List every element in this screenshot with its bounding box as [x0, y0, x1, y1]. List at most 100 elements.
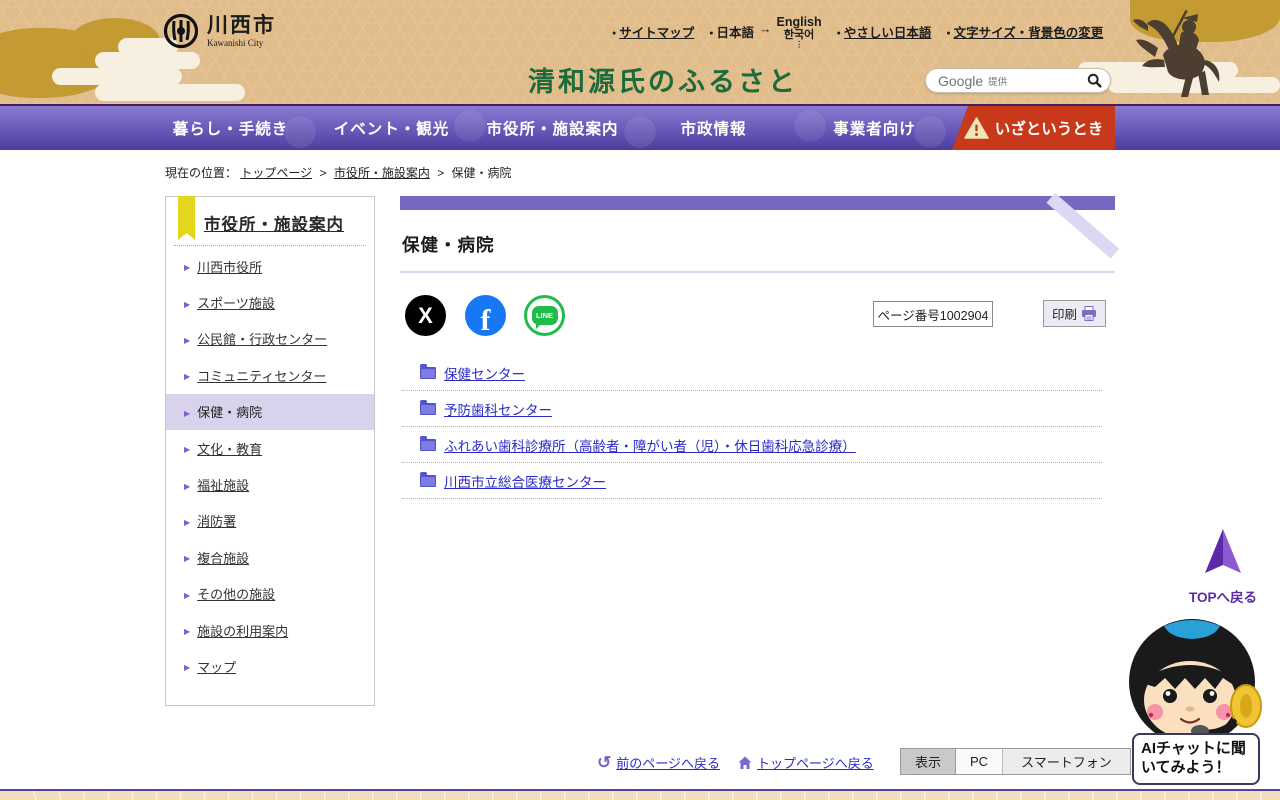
sidebar-item-facility-guide[interactable]: 施設の利用案内: [166, 612, 374, 648]
page: 川西市 Kawanishi City サイトマップ 日本語 → English …: [0, 0, 1280, 800]
city-logo[interactable]: 川西市 Kawanishi City: [163, 13, 276, 49]
link-medical-center[interactable]: 川西市立総合医療センター: [444, 471, 606, 491]
sitemap-link[interactable]: サイトマップ: [619, 26, 694, 40]
arrow-right-icon: [184, 403, 197, 421]
sidebar-divider: [174, 245, 366, 246]
main-content: 保健・病院 X f LINE ページ番号1002904 印刷 保健センター 予防…: [400, 193, 1120, 499]
arrow-right-icon: [184, 512, 197, 530]
text-settings-wrap: 文字サイズ・背景色の変更: [946, 22, 1104, 41]
sidebar-item-sports[interactable]: スポーツ施設: [166, 284, 374, 320]
view-switcher: 表示 PC スマートフォン: [900, 748, 1131, 775]
mascot-character-icon: [1129, 619, 1262, 745]
sidebar-item-complex[interactable]: 複合施設: [166, 539, 374, 575]
title-divider: [400, 271, 1115, 273]
link-preventive-dental[interactable]: 予防歯科センター: [444, 399, 552, 419]
nav-item-business[interactable]: 事業者向け: [794, 106, 955, 150]
folder-icon: [420, 399, 436, 415]
lang-more-icon: ⋮: [795, 40, 804, 50]
utility-links: サイトマップ 日本語 → English 한국어 ⋮ やさしい日本語 文字サイズ…: [612, 15, 1104, 49]
breadcrumb-home-link[interactable]: トップページ: [240, 166, 312, 180]
warning-icon: [963, 117, 989, 139]
link-fureai-dental[interactable]: ふれあい歯科診療所（高齢者・障がい者（児）・休日歯科応急診療）: [444, 435, 856, 455]
ai-chat-bubble[interactable]: AIチャットに聞いてみよう！: [1132, 733, 1260, 785]
bookmark-ribbon-icon: [178, 196, 195, 240]
lang-current: 日本語: [709, 22, 754, 41]
site-header: 川西市 Kawanishi City サイトマップ 日本語 → English …: [0, 0, 1280, 104]
lang-arrow-icon: →: [759, 22, 772, 36]
breadcrumb-separator: >: [319, 166, 327, 180]
nav-item-living[interactable]: 暮らし・手続き: [150, 106, 311, 150]
logo-subtitle: Kawanishi City: [207, 37, 264, 48]
ai-chat-widget[interactable]: AIチャットに聞いてみよう！: [1118, 614, 1272, 792]
folder-icon: [420, 471, 436, 487]
arrow-right-icon: [184, 366, 197, 384]
text-settings-link[interactable]: 文字サイズ・背景色の変更: [954, 26, 1104, 40]
home-icon: [738, 756, 752, 769]
print-button[interactable]: 印刷: [1043, 300, 1106, 327]
share-toolbar: X f LINE ページ番号1002904 印刷: [400, 295, 1115, 337]
logo-title: 川西市: [207, 13, 276, 37]
pyramid-up-icon: [1205, 529, 1241, 573]
city-emblem-icon: [163, 13, 199, 49]
language-switcher: 日本語 → English 한국어 ⋮: [709, 15, 821, 49]
search-provided-label: 提供: [988, 76, 1008, 88]
sidebar-item-fire-station[interactable]: 消防署: [166, 503, 374, 539]
breadcrumb-label: 現在の位置：: [165, 166, 238, 180]
breadcrumb-current: 保健・病院: [451, 166, 512, 180]
lang-options[interactable]: English 한국어 ⋮: [777, 15, 822, 50]
sidebar-item-community-hall[interactable]: 公民館・行政センター: [166, 321, 374, 357]
view-pc-button[interactable]: PC: [956, 749, 1004, 774]
sidebar-item-culture-education[interactable]: 文化・教育: [166, 430, 374, 466]
easy-japanese-link[interactable]: やさしい日本語: [844, 26, 932, 40]
content-link-list: 保健センター 予防歯科センター ふれあい歯科診療所（高齢者・障がい者（児）・休日…: [402, 355, 1102, 499]
arrow-right-icon: [184, 657, 197, 675]
site-slogan: 清和源氏のふるさと: [528, 67, 798, 98]
folder-icon: [420, 363, 436, 379]
x-share-icon[interactable]: X: [405, 295, 446, 336]
nav-item-cityhall[interactable]: 市役所・施設案内: [472, 106, 633, 150]
arrow-right-icon: [184, 294, 197, 312]
cloud-decoration: [95, 52, 200, 69]
nav-item-events[interactable]: イベント・観光: [311, 106, 472, 150]
list-item: 川西市立総合医療センター: [402, 463, 1102, 499]
facebook-share-icon[interactable]: f: [465, 295, 506, 336]
breadcrumb-separator: >: [437, 166, 445, 180]
back-to-top-label: TOPへ戻る: [1188, 590, 1257, 605]
search-button[interactable]: [1084, 71, 1104, 91]
breadcrumb-section-link[interactable]: 市役所・施設案内: [334, 166, 430, 180]
previous-page-link[interactable]: 前のページへ戻る: [616, 753, 720, 772]
arrow-right-icon: [184, 257, 197, 275]
top-page-link[interactable]: トップページへ戻る: [757, 753, 874, 772]
view-smartphone-button[interactable]: スマートフォン: [1003, 749, 1130, 774]
folder-icon: [420, 435, 436, 451]
list-item: ふれあい歯科診療所（高齢者・障がい者（児）・休日歯科応急診療）: [402, 427, 1102, 463]
back-arrow-icon: ↺: [597, 753, 612, 772]
arrow-right-icon: [184, 330, 197, 348]
easy-japanese-wrap: やさしい日本語: [837, 22, 932, 41]
link-health-center[interactable]: 保健センター: [444, 363, 525, 383]
view-label: 表示: [901, 749, 957, 774]
nav-emergency-label: いざというとき: [994, 121, 1104, 138]
cloud-decoration: [95, 84, 245, 101]
sidebar-item-community-center[interactable]: コミュニティセンター: [166, 357, 374, 393]
arrow-right-icon: [184, 439, 197, 457]
sidebar-menu: 市役所・施設案内 川西市役所 スポーツ施設 公民館・行政センター コミュニティセ…: [165, 196, 375, 706]
arrow-right-icon: [184, 585, 197, 603]
sidebar-item-other[interactable]: その他の施設: [166, 576, 374, 612]
back-to-top-button[interactable]: TOPへ戻る: [1180, 527, 1266, 606]
sidebar-item-city-hall[interactable]: 川西市役所: [166, 248, 374, 284]
nav-item-cityinfo[interactable]: 市政情報: [633, 106, 794, 150]
lang-english[interactable]: English: [777, 15, 822, 29]
sidebar-item-map[interactable]: マップ: [166, 648, 374, 684]
sidebar-title-link[interactable]: 市役所・施設案内: [204, 211, 344, 235]
footer-strip: [0, 789, 1280, 800]
sidebar-item-welfare[interactable]: 福祉施設: [166, 466, 374, 502]
breadcrumb: 現在の位置： トップページ > 市役所・施設案内 > 保健・病院: [165, 164, 512, 181]
search-icon: [1087, 73, 1102, 88]
sidebar-item-health-hospital[interactable]: 保健・病院: [166, 393, 374, 430]
line-share-icon[interactable]: LINE: [524, 295, 565, 336]
search-input[interactable]: Google 提供: [925, 68, 1111, 93]
search-engine-label: Google: [938, 72, 984, 89]
nav-item-emergency[interactable]: いざというとき: [952, 106, 1115, 150]
list-item: 予防歯科センター: [402, 391, 1102, 427]
